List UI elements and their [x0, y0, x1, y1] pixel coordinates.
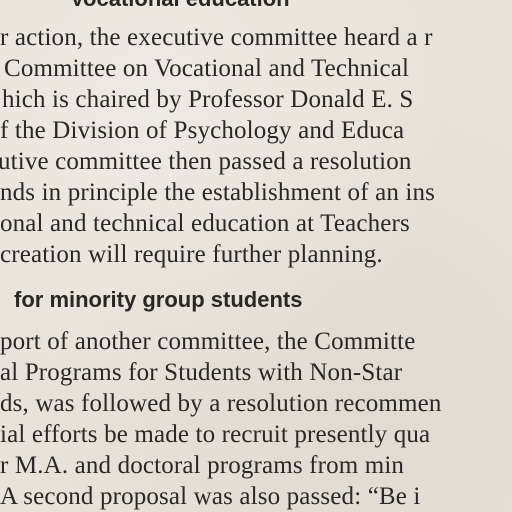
text-line: al Programs for Students with Non-Star	[0, 359, 403, 386]
section-heading-vocational: Vocational education	[70, 0, 290, 12]
text-line: Committee on Vocational and Technical	[4, 55, 410, 82]
text-line: ds, was followed by a resolution recomme…	[0, 390, 442, 417]
text-line: utive committee then passed a resolution	[0, 148, 412, 175]
text-line: onal and technical education at Teachers	[0, 210, 410, 237]
text-line: port of another committee, the Committe	[0, 328, 416, 355]
text-line: f the Division of Psychology and Educa	[0, 117, 405, 144]
text-line: nds in principle the establishment of an…	[0, 179, 435, 206]
text-line: A second proposal was also passed: “Be i	[0, 483, 421, 510]
section-heading-minority: for minority group students	[14, 287, 303, 312]
document-page: Vocational education r action, the execu…	[0, 0, 512, 512]
text-line: r action, the executive committee heard …	[0, 24, 433, 51]
text-line: r M.A. and doctoral programs from min	[0, 452, 405, 479]
text-line: creation will require further planning.	[0, 241, 383, 268]
text-line: hich is chaired by Professor Donald E. S	[2, 86, 414, 113]
text-line: ial efforts be made to recruit presently…	[0, 421, 431, 448]
